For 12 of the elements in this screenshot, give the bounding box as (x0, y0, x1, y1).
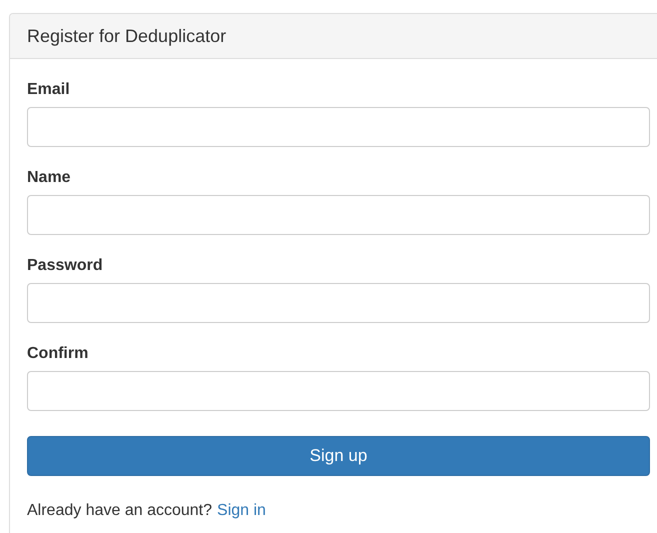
field-label: Email (27, 80, 71, 100)
sign-up-button[interactable]: Sign up (27, 436, 650, 476)
input-field[interactable] (27, 371, 650, 411)
input-field[interactable] (27, 195, 650, 235)
field-label: Confirm (27, 344, 90, 364)
field-label: Password (27, 256, 104, 276)
field-label: Name (27, 168, 72, 188)
panel-title: Register for Deduplicator (27, 26, 226, 46)
input-field[interactable] (27, 107, 650, 147)
account-prompt: Already have an account? (27, 502, 212, 520)
input-field[interactable] (27, 283, 650, 323)
sign-in-link[interactable]: Sign in (217, 502, 266, 520)
